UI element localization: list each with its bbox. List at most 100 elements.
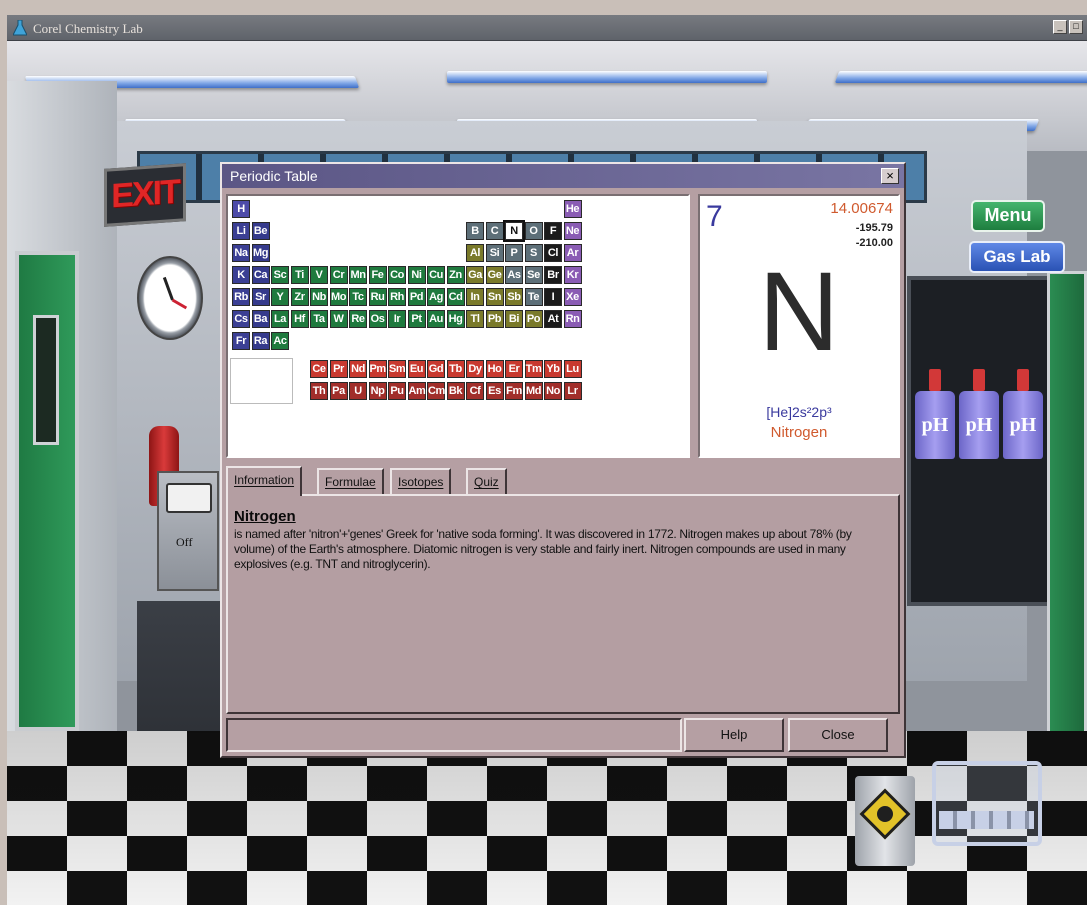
element-cell-er[interactable]: Er (505, 360, 523, 378)
element-cell-yb[interactable]: Yb (544, 360, 562, 378)
element-cell-ge[interactable]: Ge (485, 266, 504, 284)
element-cell-nd[interactable]: Nd (349, 360, 367, 378)
element-cell-rb[interactable]: Rb (232, 288, 250, 306)
element-cell-fr[interactable]: Fr (232, 332, 250, 350)
element-cell-zr[interactable]: Zr (290, 288, 309, 306)
element-cell-md[interactable]: Md (524, 382, 543, 400)
element-cell-re[interactable]: Re (349, 310, 367, 328)
element-cell-bk[interactable]: Bk (446, 382, 465, 400)
element-cell-es[interactable]: Es (485, 382, 504, 400)
maximize-button[interactable]: □ (1069, 20, 1083, 34)
element-cell-cu[interactable]: Cu (427, 266, 445, 284)
element-cell-be[interactable]: Be (251, 222, 270, 240)
element-cell-cf[interactable]: Cf (466, 382, 484, 400)
element-cell-pu[interactable]: Pu (388, 382, 406, 400)
element-cell-mg[interactable]: Mg (251, 244, 270, 262)
element-cell-mo[interactable]: Mo (329, 288, 348, 306)
element-cell-rh[interactable]: Rh (388, 288, 406, 306)
element-cell-cr[interactable]: Cr (329, 266, 348, 284)
element-cell-sb[interactable]: Sb (505, 288, 523, 306)
exit-sign[interactable]: EXIT (104, 163, 186, 227)
help-button[interactable]: Help (684, 718, 784, 752)
element-cell-tb[interactable]: Tb (446, 360, 465, 378)
element-cell-lu[interactable]: Lu (563, 360, 582, 378)
element-cell-sm[interactable]: Sm (388, 360, 406, 378)
element-cell-ni[interactable]: Ni (407, 266, 426, 284)
element-cell-pd[interactable]: Pd (407, 288, 426, 306)
element-cell-f[interactable]: F (544, 222, 562, 240)
element-cell-sr[interactable]: Sr (251, 288, 270, 306)
element-cell-h[interactable]: H (232, 200, 250, 218)
element-cell-ag[interactable]: Ag (427, 288, 445, 306)
element-cell-te[interactable]: Te (524, 288, 543, 306)
element-cell-ta[interactable]: Ta (310, 310, 328, 328)
tab-information[interactable]: Information (226, 466, 303, 496)
element-cell-os[interactable]: Os (368, 310, 387, 328)
glassware-cart[interactable] (932, 761, 1042, 846)
element-cell-i[interactable]: I (544, 288, 562, 306)
element-cell-pr[interactable]: Pr (329, 360, 348, 378)
element-cell-sc[interactable]: Sc (271, 266, 289, 284)
element-cell-rn[interactable]: Rn (563, 310, 582, 328)
element-cell-nb[interactable]: Nb (310, 288, 328, 306)
close-button[interactable]: Close (788, 718, 888, 752)
tab-formulae[interactable]: Formulae (317, 468, 384, 494)
element-cell-xe[interactable]: Xe (563, 288, 582, 306)
menu-button[interactable]: Menu (971, 200, 1045, 232)
element-cell-tl[interactable]: Tl (466, 310, 484, 328)
element-cell-p[interactable]: P (505, 244, 523, 262)
element-cell-tc[interactable]: Tc (349, 288, 367, 306)
element-cell-kr[interactable]: Kr (563, 266, 582, 284)
element-cell-c[interactable]: C (485, 222, 504, 240)
gas-lab-button[interactable]: Gas Lab (969, 241, 1065, 273)
element-cell-at[interactable]: At (544, 310, 562, 328)
element-cell-in[interactable]: In (466, 288, 484, 306)
element-cell-as[interactable]: As (505, 266, 523, 284)
element-cell-tm[interactable]: Tm (524, 360, 543, 378)
element-cell-mn[interactable]: Mn (349, 266, 367, 284)
element-cell-fe[interactable]: Fe (368, 266, 387, 284)
element-cell-no[interactable]: No (544, 382, 562, 400)
element-cell-lr[interactable]: Lr (563, 382, 582, 400)
right-door[interactable] (1047, 271, 1087, 741)
ph-bottle[interactable]: pH (959, 369, 999, 459)
element-cell-ra[interactable]: Ra (251, 332, 270, 350)
element-cell-w[interactable]: W (329, 310, 348, 328)
element-cell-au[interactable]: Au (427, 310, 445, 328)
element-cell-am[interactable]: Am (407, 382, 426, 400)
element-cell-cm[interactable]: Cm (427, 382, 445, 400)
element-cell-ar[interactable]: Ar (563, 244, 582, 262)
element-cell-cl[interactable]: Cl (544, 244, 562, 262)
element-cell-li[interactable]: Li (232, 222, 250, 240)
power-meter[interactable]: Off (157, 471, 219, 591)
tab-quiz[interactable]: Quiz (466, 468, 507, 494)
element-cell-b[interactable]: B (466, 222, 484, 240)
element-cell-pm[interactable]: Pm (368, 360, 387, 378)
ph-bottle[interactable]: pH (915, 369, 955, 459)
element-cell-ac[interactable]: Ac (271, 332, 289, 350)
element-cell-k[interactable]: K (232, 266, 250, 284)
element-cell-al[interactable]: Al (466, 244, 484, 262)
element-cell-y[interactable]: Y (271, 288, 289, 306)
element-cell-cs[interactable]: Cs (232, 310, 250, 328)
element-cell-br[interactable]: Br (544, 266, 562, 284)
element-cell-cd[interactable]: Cd (446, 288, 465, 306)
left-door[interactable] (15, 251, 79, 731)
element-cell-o[interactable]: O (524, 222, 543, 240)
element-cell-si[interactable]: Si (485, 244, 504, 262)
app-titlebar[interactable]: Corel Chemistry Lab _ □ (7, 15, 1087, 41)
element-cell-s[interactable]: S (524, 244, 543, 262)
element-cell-he[interactable]: He (563, 200, 582, 218)
element-cell-ru[interactable]: Ru (368, 288, 387, 306)
element-cell-fm[interactable]: Fm (505, 382, 523, 400)
element-cell-pb[interactable]: Pb (485, 310, 504, 328)
element-cell-u[interactable]: U (349, 382, 367, 400)
element-cell-ca[interactable]: Ca (251, 266, 270, 284)
element-cell-ir[interactable]: Ir (388, 310, 406, 328)
element-cell-np[interactable]: Np (368, 382, 387, 400)
element-cell-na[interactable]: Na (232, 244, 250, 262)
element-cell-pa[interactable]: Pa (329, 382, 348, 400)
element-cell-se[interactable]: Se (524, 266, 543, 284)
minimize-button[interactable]: _ (1053, 20, 1067, 34)
tab-isotopes[interactable]: Isotopes (390, 468, 452, 494)
